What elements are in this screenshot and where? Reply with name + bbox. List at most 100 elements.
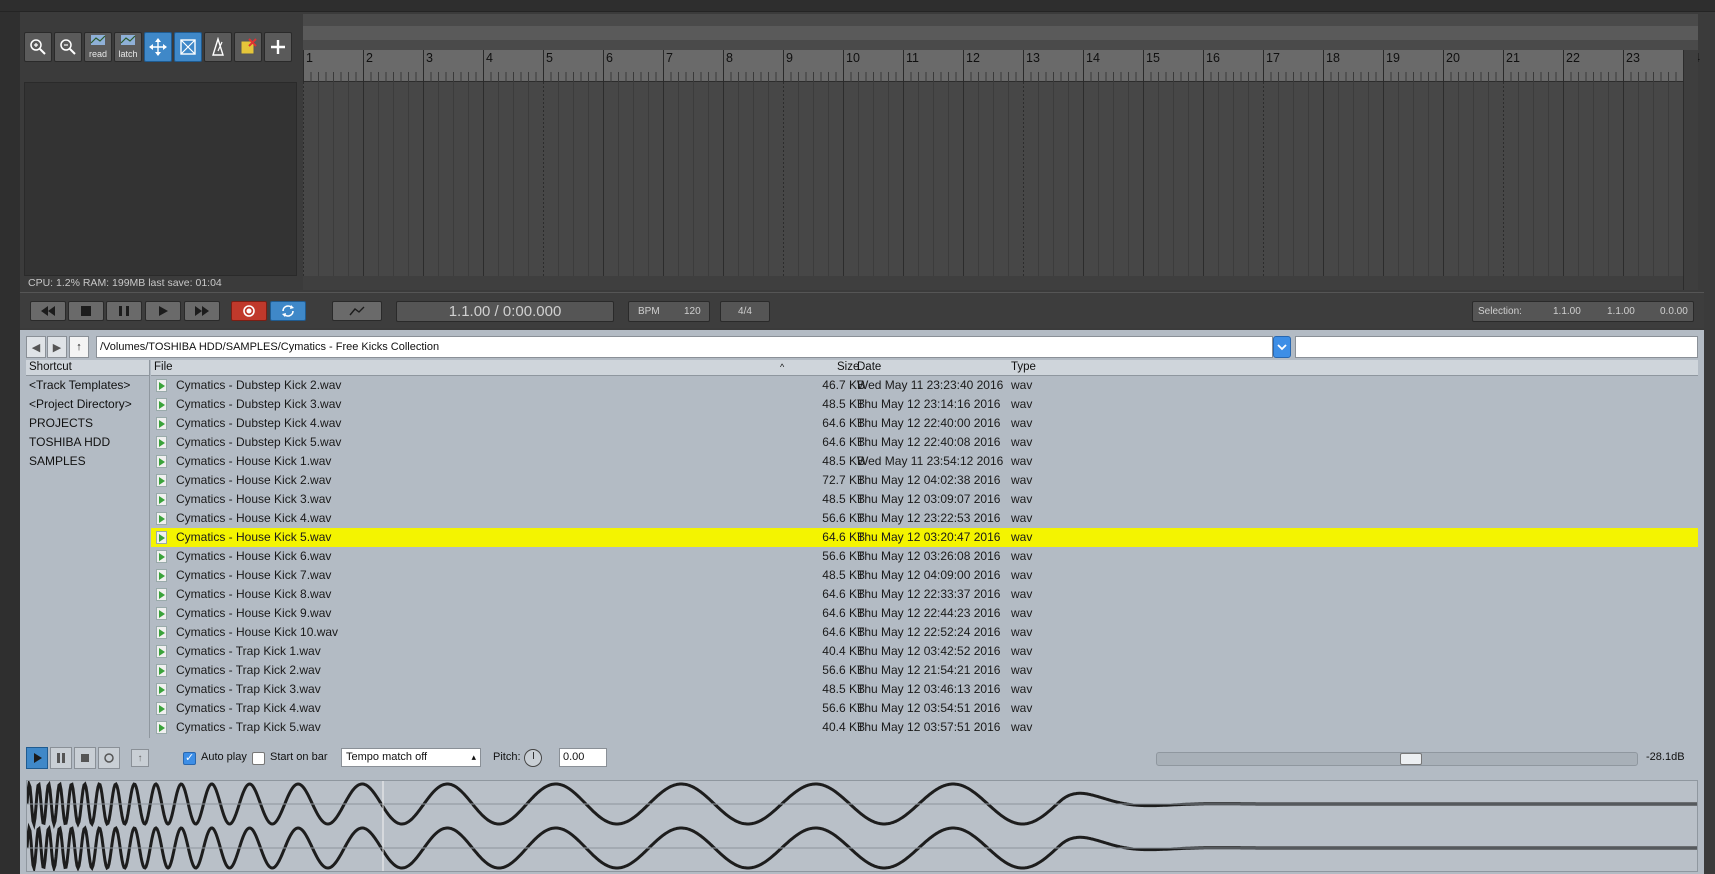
file-type: wav — [1011, 511, 1033, 525]
file-row[interactable]: Cymatics - House Kick 7.wav 48.5 KB Thu Ma… — [151, 566, 1698, 585]
horizontal-scrollbar[interactable] — [303, 276, 1683, 290]
path-input[interactable]: /Volumes/TOSHIBA HDD/SAMPLES/Cymatics - … — [96, 336, 1273, 358]
file-row[interactable]: Cymatics - Trap Kick 2.wav 56.6 KB Thu May… — [151, 661, 1698, 680]
envelope-latch-button[interactable]: latch — [114, 32, 142, 62]
envelope-read-label: read — [88, 49, 107, 59]
column-type[interactable]: Type — [1011, 361, 1036, 373]
preview-play-button[interactable] — [26, 747, 48, 769]
metronome-icon — [212, 37, 224, 56]
shortcut-item[interactable]: TOSHIBA HDD — [26, 433, 149, 452]
file-row[interactable]: Cymatics - House Kick 5.wav 64.6 KB Thu Ma… — [151, 528, 1698, 547]
start-on-bar-checkbox[interactable] — [252, 752, 265, 765]
selection-display[interactable]: Selection: 1.1.00 1.1.00 0.0.00 — [1472, 301, 1694, 322]
add-track-button[interactable] — [264, 32, 292, 62]
time-display[interactable]: 1.1.00 / 0:00.000 — [396, 301, 614, 322]
file-name: Cymatics - House Kick 3.wav — [176, 492, 332, 506]
audio-file-icon — [156, 455, 167, 468]
file-row[interactable]: Cymatics - House Kick 10.wav 64.6 KB Thu M… — [151, 623, 1698, 642]
volume-readout: -28.1dB — [1646, 751, 1685, 763]
file-date: Thu May 12 04:09:00 2016 — [857, 568, 1001, 582]
zoom-in-tool-button[interactable] — [24, 32, 52, 62]
automation-mode-button[interactable] — [332, 301, 382, 321]
file-row[interactable]: Cymatics - House Kick 9.wav 64.6 KB Thu Ma… — [151, 604, 1698, 623]
vertical-scrollbar[interactable] — [1683, 50, 1698, 290]
shortcut-header[interactable]: Shortcut — [26, 360, 149, 376]
play-button[interactable] — [145, 301, 181, 321]
audio-file-icon — [156, 436, 167, 449]
file-row[interactable]: Cymatics - House Kick 8.wav 64.6 KB Thu Ma… — [151, 585, 1698, 604]
ruler-bar-number: 5 — [546, 51, 553, 65]
file-row[interactable]: Cymatics - House Kick 6.wav 56.6 KB Thu Ma… — [151, 547, 1698, 566]
fast-forward-icon — [195, 306, 209, 316]
timeline-ruler[interactable]: 123456789101112131415161718192021222324 — [303, 50, 1700, 82]
shortcut-item[interactable]: SAMPLES — [26, 452, 149, 471]
file-row[interactable]: Cymatics - Trap Kick 1.wav 40.4 KB Thu May… — [151, 642, 1698, 661]
file-row[interactable]: Cymatics - Trap Kick 5.wav 40.4 KB Thu May… — [151, 718, 1698, 737]
shortcut-item[interactable]: <Project Directory> — [26, 395, 149, 414]
preview-volume-slider[interactable] — [1156, 752, 1638, 766]
pause-button[interactable] — [106, 301, 142, 321]
ruler-bar-number: 19 — [1386, 51, 1400, 65]
play-icon — [34, 753, 42, 763]
metronome-button[interactable] — [204, 32, 232, 62]
preview-pause-button[interactable] — [50, 747, 72, 769]
play-icon — [159, 306, 168, 316]
ruler-bar-number: 18 — [1326, 51, 1340, 65]
snap-button[interactable] — [174, 32, 202, 62]
tempo-match-dropdown[interactable]: Tempo match off ▴ — [341, 748, 481, 767]
file-row[interactable]: Cymatics - House Kick 3.wav 48.5 KB Thu Ma… — [151, 490, 1698, 509]
shortcut-item[interactable]: <Track Templates> — [26, 376, 149, 395]
start-on-bar-label: Start on bar — [270, 751, 328, 763]
envelope-latch-label: latch — [118, 49, 138, 59]
track-control-panel[interactable] — [24, 82, 297, 276]
waveform-preview[interactable] — [25, 778, 1698, 874]
record-button[interactable] — [231, 301, 267, 321]
shortcut-item[interactable]: PROJECTS — [26, 414, 149, 433]
arrange-view: 123456789101112131415161718192021222324 — [303, 0, 1714, 290]
file-date: Thu May 12 21:54:21 2016 — [857, 663, 1001, 677]
search-input[interactable] — [1295, 336, 1698, 358]
envelope-read-button[interactable]: read — [84, 32, 112, 62]
rewind-button[interactable] — [30, 301, 66, 321]
clear-button[interactable] — [234, 32, 262, 62]
stop-button[interactable] — [68, 301, 104, 321]
path-history-dropdown[interactable] — [1273, 336, 1291, 358]
volume-slider-thumb[interactable] — [1400, 753, 1422, 765]
file-row[interactable]: Cymatics - Dubstep Kick 4.wav 64.6 KB Thu … — [151, 414, 1698, 433]
back-button[interactable]: ◀ — [26, 336, 46, 358]
pitch-input[interactable]: 0.00 — [559, 748, 607, 767]
file-row[interactable]: Cymatics - Dubstep Kick 2.wav 46.7 KB Wed … — [151, 376, 1698, 395]
file-row[interactable]: Cymatics - Trap Kick 4.wav 56.6 KB Thu May… — [151, 699, 1698, 718]
parent-folder-button[interactable]: ↑ — [69, 336, 89, 358]
file-row[interactable]: Cymatics - House Kick 4.wav 56.6 KB Thu Ma… — [151, 509, 1698, 528]
insert-media-button[interactable]: ↑ — [131, 749, 149, 767]
ripple-edit-button[interactable] — [144, 32, 172, 62]
pitch-knob[interactable] — [524, 749, 542, 767]
file-row[interactable]: Cymatics - Dubstep Kick 3.wav 48.5 KB Thu … — [151, 395, 1698, 414]
file-row[interactable]: Cymatics - Trap Kick 3.wav 48.5 KB Thu May… — [151, 680, 1698, 699]
column-file[interactable]: File — [154, 361, 173, 373]
time-signature-display[interactable]: 4/4 — [720, 301, 770, 322]
preview-loop-button[interactable] — [98, 747, 120, 769]
loop-button[interactable] — [270, 301, 306, 321]
file-row[interactable]: Cymatics - House Kick 1.wav 48.5 KB Wed Ma… — [151, 452, 1698, 471]
media-explorer: ◀ ▶ ↑ /Volumes/TOSHIBA HDD/SAMPLES/Cymat… — [20, 330, 1704, 874]
bpm-display[interactable]: BPM 120 — [628, 301, 710, 322]
file-name: Cymatics - Trap Kick 4.wav — [176, 701, 321, 715]
forward-button[interactable]: ▶ — [47, 336, 67, 358]
fast-forward-button[interactable] — [184, 301, 220, 321]
file-type: wav — [1011, 378, 1033, 392]
zoom-out-tool-button[interactable] — [54, 32, 82, 62]
audio-file-icon — [156, 645, 167, 658]
audio-file-icon — [156, 626, 167, 639]
file-list: File ^ Size Date Type Cymatics - Dubstep… — [151, 360, 1698, 738]
file-row[interactable]: Cymatics - Dubstep Kick 5.wav 64.6 KB Thu … — [151, 433, 1698, 452]
selection-end: 1.1.00 — [1607, 306, 1635, 317]
arrange-timeline[interactable] — [303, 82, 1714, 276]
file-row[interactable]: Cymatics - House Kick 2.wav 72.7 KB Thu Ma… — [151, 471, 1698, 490]
autoplay-checkbox[interactable] — [183, 751, 196, 765]
file-date: Thu May 12 22:52:24 2016 — [857, 625, 1001, 639]
preview-stop-button[interactable] — [74, 747, 96, 769]
column-date[interactable]: Date — [857, 361, 881, 373]
ruler-bar-number: 2 — [366, 51, 373, 65]
